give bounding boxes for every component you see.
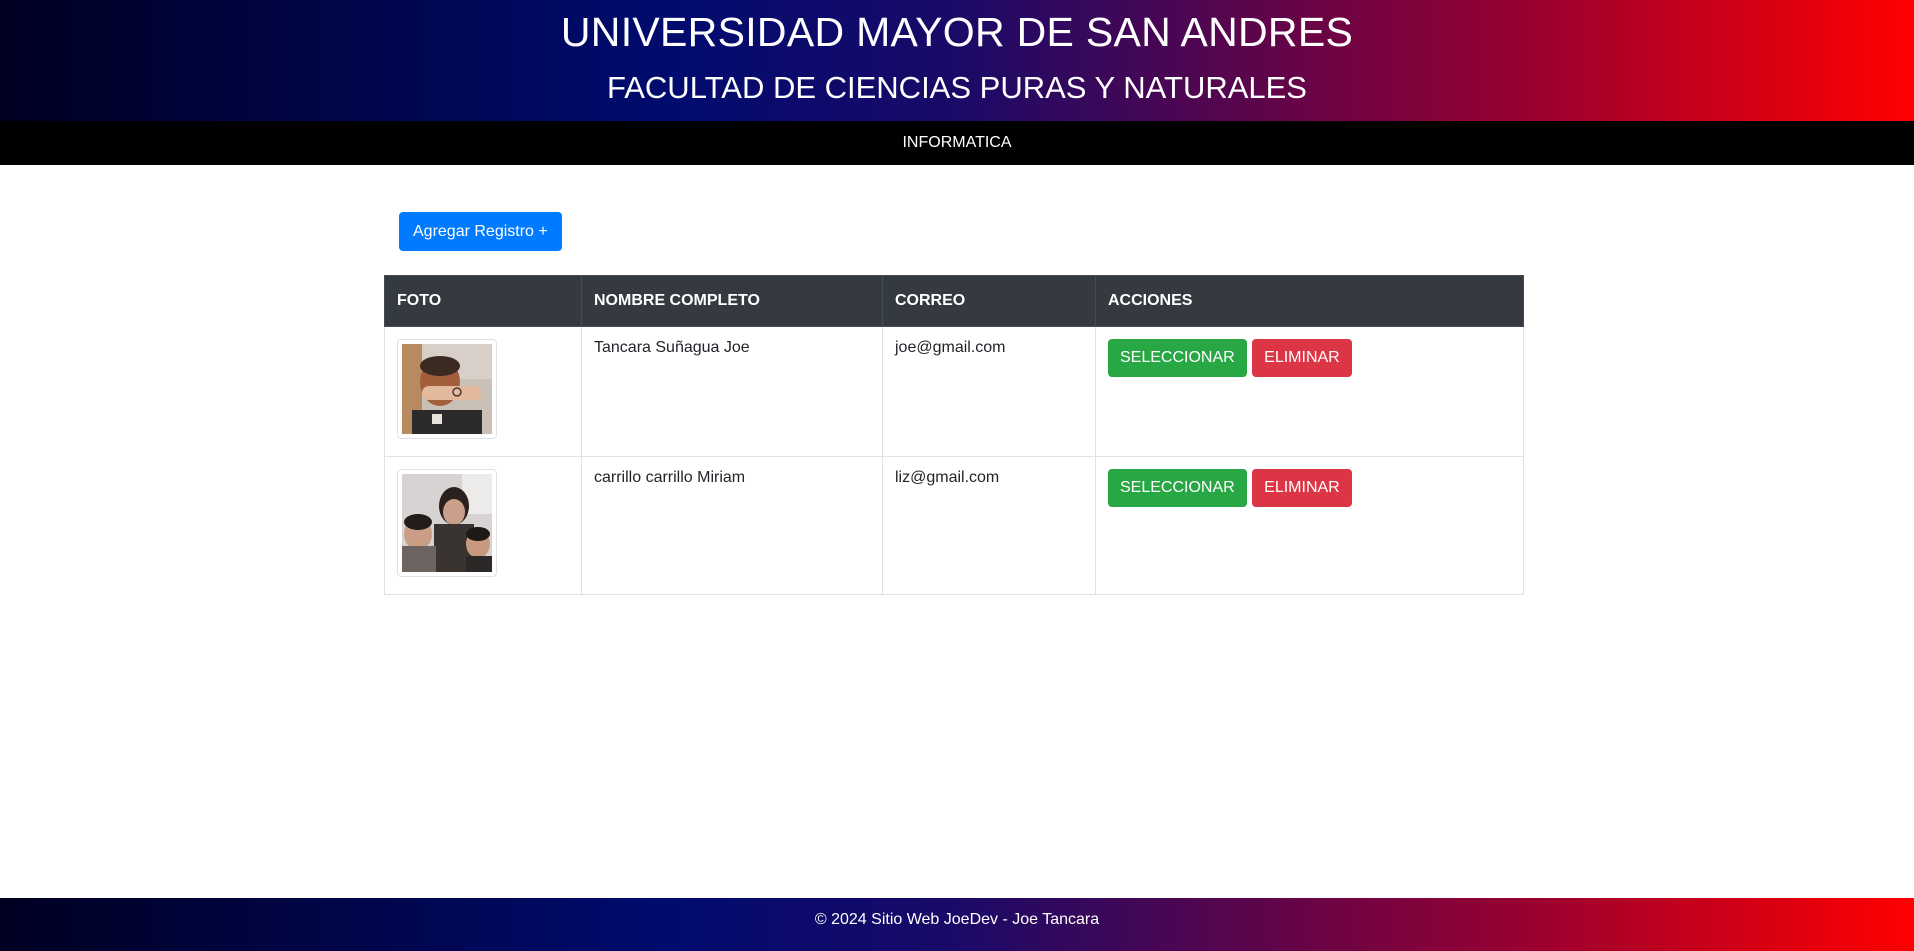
records-table: FOTO NOMBRE COMPLETO CORREO ACCIONES Tan… — [384, 275, 1524, 595]
user-photo — [402, 344, 492, 434]
user-photo — [402, 474, 492, 572]
delete-button[interactable]: ELIMINAR — [1252, 469, 1352, 507]
column-header-email: CORREO — [882, 275, 1096, 327]
select-button[interactable]: SELECCIONAR — [1108, 339, 1247, 377]
name-cell: Tancara Suñagua Joe — [581, 326, 883, 457]
column-header-name: NOMBRE COMPLETO — [581, 275, 883, 327]
add-record-button[interactable]: Agregar Registro + — [399, 212, 562, 251]
select-button[interactable]: SELECCIONAR — [1108, 469, 1247, 507]
page: UNIVERSIDAD MAYOR DE SAN ANDRES FACULTAD… — [0, 0, 1914, 951]
table-row: Tancara Suñagua Joe joe@gmail.com SELECC… — [384, 326, 1524, 457]
university-title: UNIVERSIDAD MAYOR DE SAN ANDRES — [560, 9, 1354, 55]
navbar: INFORMATICA — [0, 121, 1914, 165]
column-header-photo: FOTO — [384, 275, 582, 327]
nav-link-informatica[interactable]: INFORMATICA — [902, 134, 1011, 151]
email-cell: liz@gmail.com — [882, 456, 1096, 595]
actions-cell: SELECCIONAR ELIMINAR — [1095, 326, 1524, 457]
site-header: UNIVERSIDAD MAYOR DE SAN ANDRES FACULTAD… — [0, 0, 1914, 121]
photo-cell — [384, 456, 582, 595]
photo-cell — [384, 326, 582, 457]
actions-cell: SELECCIONAR ELIMINAR — [1095, 456, 1524, 595]
table-header-row: FOTO NOMBRE COMPLETO CORREO ACCIONES — [384, 275, 1524, 327]
table-row: carrillo carrillo Miriam liz@gmail.com S… — [384, 456, 1524, 595]
column-header-actions: ACCIONES — [1095, 275, 1524, 327]
faculty-subtitle: FACULTAD DE CIENCIAS PURAS Y NATURALES — [607, 70, 1307, 105]
email-cell: joe@gmail.com — [882, 326, 1096, 457]
user-photo-thumbnail — [397, 469, 497, 577]
user-photo-thumbnail — [397, 339, 497, 439]
delete-button[interactable]: ELIMINAR — [1252, 339, 1352, 377]
copyright-text: © 2024 Sitio Web JoeDev - Joe Tancara — [814, 911, 1100, 928]
name-cell: carrillo carrillo Miriam — [581, 456, 883, 595]
site-footer: © 2024 Sitio Web JoeDev - Joe Tancara — [0, 898, 1914, 951]
